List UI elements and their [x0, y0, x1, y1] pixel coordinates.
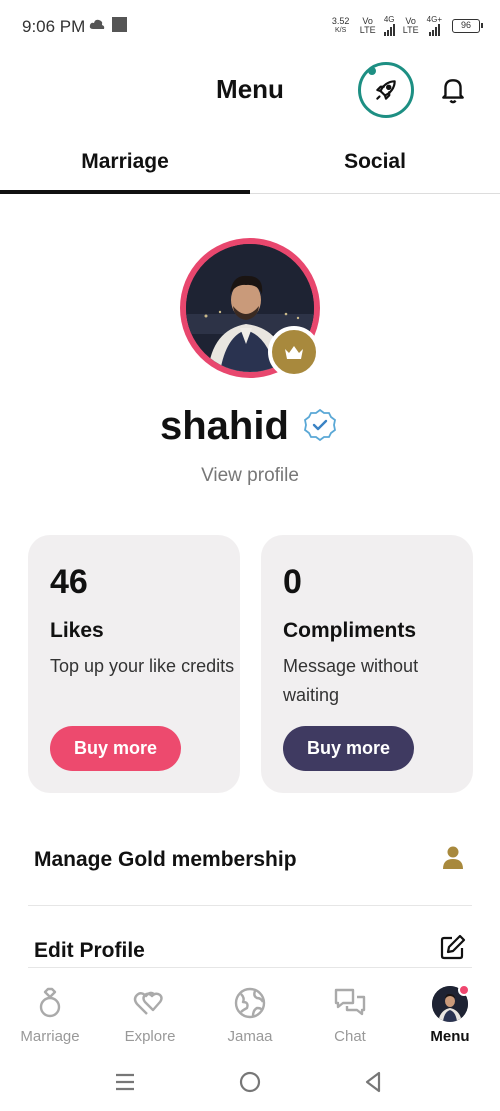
- compliments-description: Message without waiting: [283, 656, 419, 705]
- notifications-button[interactable]: [438, 74, 468, 106]
- page-title: Menu: [216, 74, 284, 104]
- crown-icon: [285, 346, 303, 359]
- chat-icon: [334, 988, 366, 1016]
- boost-button[interactable]: [358, 62, 414, 118]
- nav-marriage[interactable]: Marriage: [0, 972, 100, 1052]
- ring-icon: [39, 987, 61, 1018]
- compliments-count: 0: [283, 563, 302, 601]
- view-profile-link[interactable]: View profile: [0, 465, 500, 487]
- buy-likes-button[interactable]: Buy more: [50, 726, 181, 771]
- compliments-card: 0 Compliments Message without waiting Bu…: [261, 535, 473, 793]
- tab-social[interactable]: Social: [250, 134, 500, 194]
- signal-2: 4G+: [427, 15, 442, 36]
- network-speed: 3.52 K/S: [331, 15, 350, 34]
- home-icon[interactable]: [238, 1070, 262, 1094]
- likes-card: 46 Likes Top up your like credits Buy mo…: [28, 535, 240, 793]
- verified-badge-icon: [304, 408, 336, 442]
- recent-apps-icon[interactable]: [113, 1070, 137, 1094]
- cloud-icon: [89, 19, 105, 29]
- back-icon[interactable]: [362, 1070, 386, 1094]
- notification-dot: [458, 984, 470, 996]
- hearts-icon: [133, 991, 163, 1015]
- nav-menu-label: Menu: [430, 1028, 470, 1045]
- likes-count: 46: [50, 563, 88, 601]
- battery-icon: 96: [452, 18, 483, 33]
- status-indicators: 3.52 K/S Vo LTE 4G Vo LTE 4G+ 96: [330, 15, 483, 36]
- nav-jamaa-label: Jamaa: [227, 1028, 273, 1045]
- status-bar: 9:06 PM 3.52 K/S Vo LTE 4G Vo LTE 4G+ 96: [0, 0, 500, 52]
- system-navigation-bar: [0, 1055, 500, 1111]
- signal-1: 4G: [383, 15, 395, 36]
- edit-icon: [440, 934, 466, 960]
- nav-chat[interactable]: Chat: [300, 972, 400, 1052]
- likes-title: Likes: [50, 619, 104, 642]
- gold-member-badge: [268, 326, 320, 378]
- tab-bar: Marriage Social: [0, 134, 500, 194]
- manage-gold-label: Manage Gold membership: [34, 848, 297, 871]
- globe-icon: [234, 987, 266, 1019]
- profile-name: shahid: [160, 404, 289, 448]
- nav-jamaa[interactable]: Jamaa: [200, 972, 300, 1052]
- boost-progress-dot: [368, 67, 376, 75]
- volte-label-2: Vo LTE: [402, 15, 419, 35]
- edit-profile-row[interactable]: Edit Profile: [28, 920, 472, 968]
- nav-menu[interactable]: Menu: [400, 972, 500, 1052]
- status-time: 9:06 PM: [22, 17, 86, 36]
- volte-label-1: Vo LTE: [359, 15, 376, 35]
- person-icon: [443, 846, 463, 869]
- nav-marriage-label: Marriage: [20, 1028, 80, 1045]
- nav-explore-label: Explore: [124, 1028, 176, 1045]
- likes-description: Top up your like credits: [50, 656, 235, 676]
- bell-icon: [442, 79, 464, 104]
- edit-profile-label: Edit Profile: [34, 939, 145, 962]
- buy-compliments-button[interactable]: Buy more: [283, 726, 414, 771]
- notification-square-icon: [112, 17, 127, 32]
- tab-marriage[interactable]: Marriage: [0, 134, 250, 194]
- bottom-navigation: Marriage Explore Jamaa Chat Menu: [0, 972, 500, 1052]
- nav-chat-label: Chat: [334, 1028, 366, 1045]
- compliments-title: Compliments: [283, 619, 417, 642]
- nav-explore[interactable]: Explore: [100, 972, 200, 1052]
- manage-gold-row[interactable]: Manage Gold membership: [28, 830, 472, 906]
- rocket-icon: [376, 80, 396, 100]
